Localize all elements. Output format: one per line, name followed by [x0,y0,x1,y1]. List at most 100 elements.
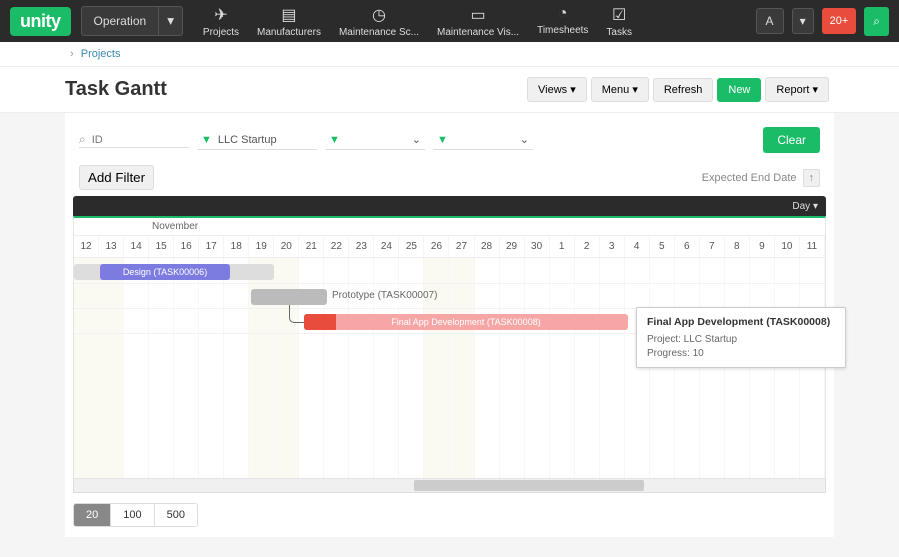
task-bar-design[interactable]: Design (TASK00006) [100,264,230,280]
avatar-button[interactable]: A [756,8,784,34]
grid-col [700,258,725,478]
chart-area[interactable]: Design (TASK00006) Prototype (TASK00007)… [74,258,825,478]
day-header-cell: 19 [249,236,274,257]
grid-col [224,258,249,478]
monitor-icon: ▭ [437,5,519,25]
operation-button[interactable]: Operation [81,6,160,36]
report-button[interactable]: Report ▾ [765,77,829,102]
day-header-cell: 1 [550,236,575,257]
day-header-cell: 11 [800,236,825,257]
sub-filter-row: Add Filter Expected End Date ↑ [73,157,826,196]
grid-col [675,258,700,478]
menu-button[interactable]: Menu ▾ [591,77,649,102]
month-label: November [152,221,198,232]
id-search: ⌕ [79,132,189,148]
task-bar-final-label: Final App Development (TASK00008) [304,314,628,330]
day-header-cell: 8 [725,236,750,257]
pager-100[interactable]: 100 [111,504,154,526]
day-header-cell: 16 [174,236,199,257]
scrollbar-thumb[interactable] [414,480,644,491]
filter-row: ⌕ ▼ LLC Startup ▼ ⌄ ▼ ⌄ Clear [73,123,826,157]
day-header-cell: 18 [224,236,249,257]
chevron-down-icon: ⌄ [520,133,529,146]
day-header-cell: 23 [349,236,374,257]
day-header-cell: 21 [299,236,324,257]
notification-badge[interactable]: 20+ [822,8,857,34]
nav-maintenance-vis[interactable]: ▭Maintenance Vis... [437,5,519,38]
search-icon: ⌕ [79,132,86,147]
grid-col [99,258,124,478]
day-header-cell: 26 [424,236,449,257]
pager-20[interactable]: 20 [74,504,111,526]
tooltip-project: Project: LLC Startup [647,334,835,345]
day-header-cell: 7 [700,236,725,257]
logo[interactable]: unity [10,7,71,36]
project-filter[interactable]: ▼ LLC Startup [197,131,317,150]
user-caret[interactable]: ▾ [792,8,814,34]
grid-col [625,258,650,478]
breadcrumb-projects[interactable]: Projects [81,48,121,60]
tooltip-progress: Progress: 10 [647,348,835,359]
search-icon: ⌕ [873,14,880,28]
day-header-cell: 22 [324,236,349,257]
day-header-cell: 15 [149,236,174,257]
gantt-toolbar: Day ▾ [73,196,826,216]
day-header-cell: 28 [475,236,500,257]
day-header-cell: 2 [575,236,600,257]
grid-col [74,258,99,478]
nav-maintenance-sc[interactable]: ◷Maintenance Sc... [339,5,419,38]
day-header-cell: 6 [675,236,700,257]
chevron-right-icon: › [70,48,74,60]
filter-2[interactable]: ▼ ⌄ [325,130,425,150]
day-header-cell: 27 [449,236,474,257]
day-header-cell: 12 [74,236,99,257]
nav-projects[interactable]: ✈Projects [203,5,239,38]
nav-timesheets[interactable]: ◔Timesheets [537,5,588,38]
day-row: 1213141516171819202122232425262728293012… [74,236,825,258]
pager-500[interactable]: 500 [155,504,197,526]
grid-col [199,258,224,478]
tasks-icon: ☑ [606,5,632,25]
grid-col [174,258,199,478]
new-button[interactable]: New [717,78,761,102]
page-size-pager: 20 100 500 [73,503,198,527]
grid-col [500,258,525,478]
rocket-icon: ✈ [203,5,239,25]
id-input[interactable] [92,134,162,146]
day-header-cell: 25 [399,236,424,257]
funnel-icon: ▼ [201,134,212,146]
arrow-up-icon: ↑ [803,169,821,187]
scale-selector[interactable]: Day ▾ [792,201,818,212]
grid-col [800,258,825,478]
page-title: Task Gantt [65,78,523,101]
nav-manufacturers[interactable]: ▤Manufacturers [257,5,321,38]
breadcrumb: › Projects [0,42,899,67]
add-filter-button[interactable]: Add Filter [79,165,154,190]
clock-icon: ◷ [339,5,419,25]
views-button[interactable]: Views ▾ [527,77,587,102]
refresh-button[interactable]: Refresh [653,78,714,102]
expected-end-date[interactable]: Expected End Date ↑ [702,169,820,187]
filter-3[interactable]: ▼ ⌄ [433,130,533,150]
grid-col [149,258,174,478]
grid-col [650,258,675,478]
chevron-down-icon: ⌄ [412,133,421,146]
operation-caret[interactable]: ▾ [159,6,183,36]
clear-button[interactable]: Clear [763,127,820,153]
grid-col [525,258,550,478]
horizontal-scrollbar[interactable] [73,479,826,493]
day-header-cell: 9 [750,236,775,257]
day-header-cell: 14 [124,236,149,257]
operation-group: Operation ▾ [81,6,183,36]
task-tooltip: Final App Development (TASK00008) Projec… [636,307,846,368]
nav-tasks[interactable]: ☑Tasks [606,5,632,38]
task-bar-prototype[interactable] [251,289,327,305]
top-nav: unity Operation ▾ ✈Projects ▤Manufacture… [0,0,899,42]
day-header-cell: 24 [374,236,399,257]
grid-col [725,258,750,478]
grid-col [124,258,149,478]
funnel-icon: ▼ [329,134,340,146]
global-search-button[interactable]: ⌕ [864,7,889,36]
grid-col [575,258,600,478]
day-header-cell: 5 [650,236,675,257]
